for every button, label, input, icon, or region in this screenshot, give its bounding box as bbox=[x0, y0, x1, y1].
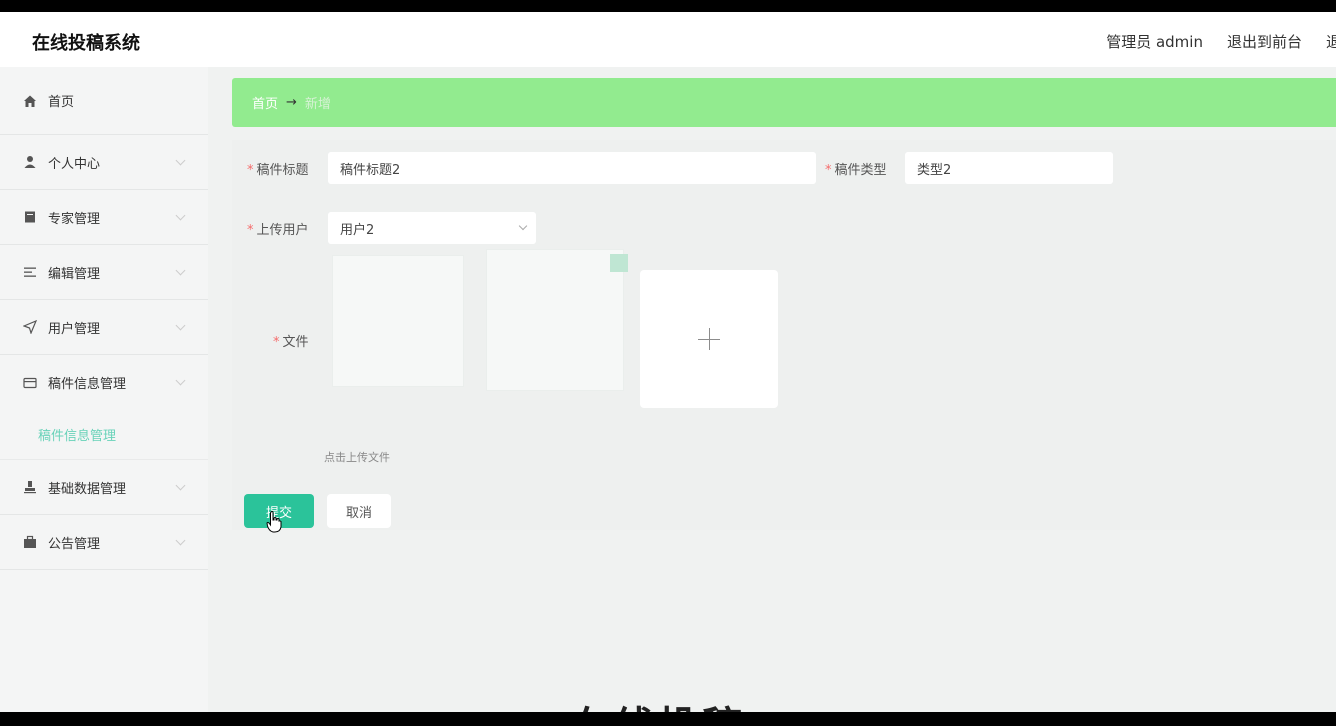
logout-link[interactable]: 退 bbox=[1326, 31, 1336, 52]
uploaded-file-thumbnail[interactable] bbox=[332, 255, 464, 387]
sidebar-item-users[interactable]: 用户管理 bbox=[0, 300, 208, 355]
sidebar-item-home[interactable]: 首页 bbox=[0, 67, 208, 135]
home-icon bbox=[22, 93, 38, 109]
overlay-caption: 在线投稿 bbox=[570, 694, 746, 712]
chevron-down-icon bbox=[175, 535, 186, 546]
sidebar-item-label: 专家管理 bbox=[48, 211, 101, 227]
file-field-label: * 文件 bbox=[273, 335, 309, 350]
stamp-icon bbox=[22, 479, 38, 495]
breadcrumb: 首页 → 新增 bbox=[232, 78, 1336, 127]
sidebar-item-manuscripts[interactable]: 稿件信息管理 bbox=[0, 355, 208, 410]
sidebar-menu: 首页 个人中心 专家管理 编辑管理 用户管理 稿件信息管理 稿件信息管理 基础数… bbox=[0, 67, 208, 712]
chevron-down-icon bbox=[175, 375, 186, 386]
sidebar-item-label: 稿件信息管理 bbox=[48, 377, 127, 392]
uploader-select-value: 用户2 bbox=[340, 222, 375, 238]
app-title: 在线投稿系统 bbox=[32, 33, 140, 54]
uploader-select[interactable]: 用户2 bbox=[328, 212, 536, 244]
top-header: 在线投稿系统 管理员 admin 退出到前台 退 bbox=[0, 12, 1336, 67]
breadcrumb-home[interactable]: 首页 bbox=[252, 93, 278, 112]
hand-cursor-icon bbox=[266, 511, 282, 533]
sidebar-item-basic-data[interactable]: 基础数据管理 bbox=[0, 460, 208, 515]
sidebar-item-label: 用户管理 bbox=[48, 321, 101, 337]
sidebar-item-personal-center[interactable]: 个人中心 bbox=[0, 135, 208, 190]
user-icon bbox=[22, 154, 38, 170]
chevron-down-icon bbox=[175, 320, 186, 331]
chevron-down-icon bbox=[518, 221, 528, 231]
sidebar-item-label: 编辑管理 bbox=[48, 266, 101, 282]
cancel-button[interactable]: 取消 bbox=[327, 494, 391, 528]
header-actions: 管理员 admin 退出到前台 退 bbox=[1082, 31, 1336, 52]
send-icon bbox=[22, 319, 38, 335]
uploader-field-label: * 上传用户 bbox=[247, 223, 309, 238]
sidebar-item-label: 首页 bbox=[48, 95, 75, 110]
breadcrumb-current: 新增 bbox=[304, 97, 331, 112]
submenu-item-manuscripts[interactable]: 稿件信息管理 bbox=[0, 410, 208, 460]
book-icon bbox=[22, 209, 38, 225]
upload-hint: 点击上传文件 bbox=[324, 451, 390, 464]
admin-user-label: 管理员 admin bbox=[1106, 33, 1203, 51]
chevron-down-icon bbox=[175, 155, 186, 166]
letterbox-bar bbox=[0, 712, 1336, 726]
title-input[interactable]: 稿件标题2 bbox=[328, 152, 816, 184]
list-icon bbox=[22, 264, 38, 280]
plus-icon-vertical bbox=[708, 328, 710, 350]
sidebar-item-label: 个人中心 bbox=[48, 156, 101, 172]
chevron-down-icon bbox=[175, 265, 186, 276]
type-input[interactable]: 类型2 bbox=[905, 152, 1113, 184]
chevron-down-icon bbox=[175, 480, 186, 491]
card-icon bbox=[22, 375, 38, 391]
sidebar-item-label: 公告管理 bbox=[48, 536, 101, 552]
sidebar-item-label: 基础数据管理 bbox=[48, 481, 127, 497]
chevron-down-icon bbox=[175, 210, 186, 221]
sidebar-item-experts[interactable]: 专家管理 bbox=[0, 190, 208, 245]
app-page: 在线投稿系统 管理员 admin 退出到前台 退 首页 个人中心 专家管理 编辑… bbox=[0, 12, 1336, 712]
briefcase-icon bbox=[22, 534, 38, 550]
exit-to-front-link[interactable]: 退出到前台 bbox=[1227, 31, 1302, 52]
sidebar-item-editors[interactable]: 编辑管理 bbox=[0, 245, 208, 300]
upload-status-icon bbox=[610, 254, 628, 272]
title-field-label: * 稿件标题 bbox=[247, 163, 309, 178]
breadcrumb-separator: → bbox=[286, 95, 297, 110]
type-field-label: * 稿件类型 bbox=[825, 163, 887, 178]
sidebar-item-announcements[interactable]: 公告管理 bbox=[0, 515, 208, 570]
uploaded-file-thumbnail[interactable] bbox=[486, 249, 624, 391]
upload-add-button[interactable] bbox=[640, 270, 778, 408]
